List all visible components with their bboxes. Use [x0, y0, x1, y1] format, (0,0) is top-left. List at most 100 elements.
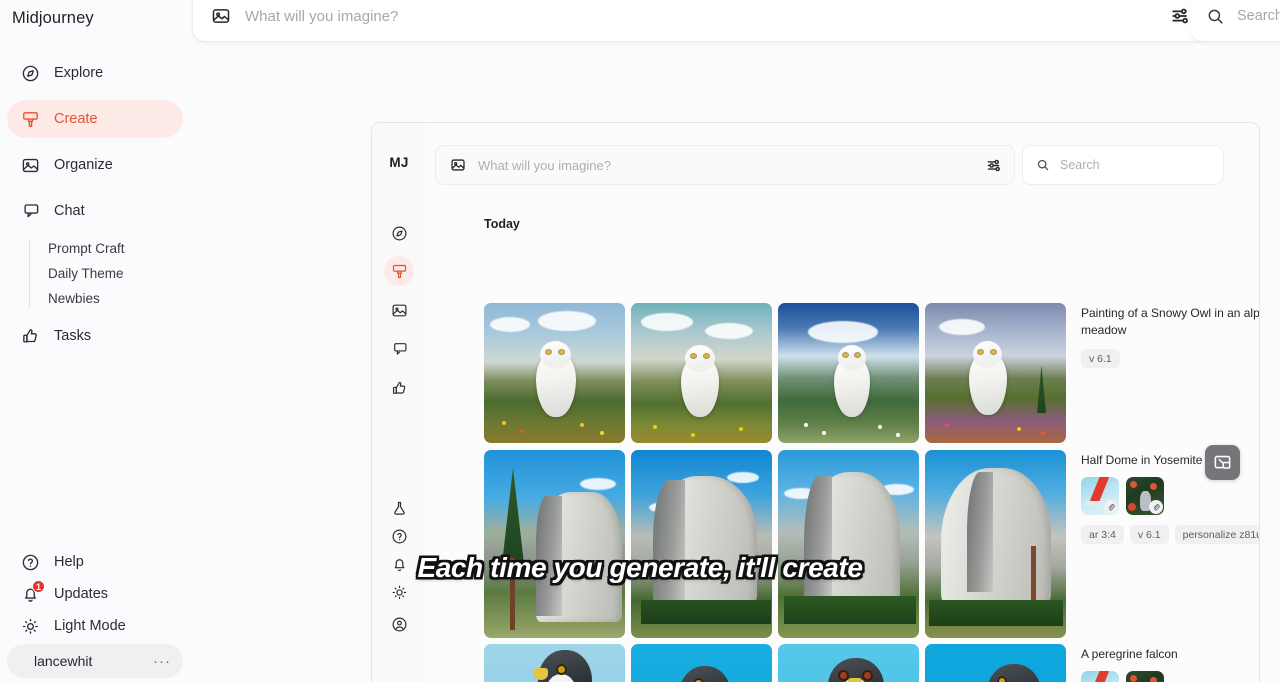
result-image[interactable] [631, 644, 772, 682]
sidebar-item-light-mode[interactable]: Light Mode [7, 610, 183, 642]
sidebar-item-label: Chat [54, 203, 85, 219]
flask-icon [393, 501, 405, 515]
result-image[interactable] [484, 303, 625, 443]
sidebar-item-updates[interactable]: 1 Updates [7, 578, 183, 610]
top-bar: What will you imagine? Search [190, 0, 1280, 44]
result-image[interactable] [778, 644, 919, 682]
sub-item-label: Prompt Craft [48, 241, 125, 256]
sliders-icon[interactable] [986, 157, 1003, 174]
sidebar-item-label: Organize [54, 157, 113, 173]
sidebar-item-label: Tasks [54, 328, 92, 344]
job-chips: ar 3:4 v 6.1 personalize z81uegq [1081, 525, 1259, 545]
inner-search-input[interactable]: Search [1060, 158, 1100, 172]
rail-item-updates[interactable] [384, 549, 414, 579]
job-metadata: Painting of a Snowy Owl in an alpine mea… [1081, 303, 1260, 443]
rail-item-light-mode[interactable] [384, 577, 414, 607]
result-image[interactable] [925, 644, 1066, 682]
paperclip-icon [1149, 500, 1163, 515]
inner-top-bar: What will you imagine? Search [426, 123, 1259, 189]
username-label: lancewhit [34, 653, 93, 669]
sidebar-item-create[interactable]: Create [7, 100, 183, 138]
rail-item-labs[interactable] [384, 493, 414, 523]
compass-icon [21, 64, 40, 83]
result-image[interactable] [631, 450, 772, 638]
job-thumbnails [484, 303, 1066, 443]
inner-prompt-bar[interactable]: What will you imagine? [435, 145, 1015, 185]
job-reference-images [1081, 671, 1259, 682]
rail-item-help[interactable] [384, 521, 414, 551]
user-menu-icon[interactable]: ··· [153, 653, 171, 670]
prompt-input[interactable]: What will you imagine? [245, 8, 1170, 25]
sidebar-item-label: Create [54, 111, 98, 127]
search-input[interactable]: Search [1237, 8, 1280, 24]
chat-bubble-icon [21, 202, 40, 221]
account-circle-icon [392, 617, 406, 631]
search-icon [1036, 158, 1050, 172]
chat-bubble-icon [393, 342, 406, 355]
chat-sub-nav: Prompt Craft Daily Theme Newbies [29, 236, 183, 311]
job-chips: v 6.1 [1081, 349, 1259, 369]
rail-item-create[interactable] [384, 256, 414, 286]
rail-item-account[interactable] [384, 609, 414, 639]
image-icon[interactable] [211, 6, 231, 26]
job-row: Painting of a Snowy Owl in an alpine mea… [484, 303, 1260, 443]
sidebar-item-label: Explore [54, 65, 104, 81]
day-group-label: Today [484, 217, 520, 231]
search-bar[interactable]: Search [1190, 0, 1280, 42]
snow-reference-thumb[interactable] [1081, 671, 1119, 682]
job-row: A peregrine falcon [484, 644, 1259, 682]
sidebar-item-newbies[interactable]: Newbies [48, 286, 183, 311]
chip-personalize[interactable]: personalize z81uegq [1174, 525, 1259, 545]
bell-icon: 1 [21, 579, 45, 604]
result-image[interactable] [925, 450, 1066, 638]
result-image[interactable] [778, 303, 919, 443]
results-feed: Today Painting of a Snowy Owl in an alpi… [426, 189, 1259, 682]
sidebar-bottom-nav: Help 1 Updates Light Mode lancewhit ··· [7, 546, 183, 682]
job-prompt-text: Painting of a Snowy Owl in an alpine mea… [1081, 306, 1260, 338]
chip-aspect-ratio[interactable]: ar 3:4 [1081, 525, 1124, 545]
inner-search-bar[interactable]: Search [1022, 145, 1224, 185]
compass-icon [392, 226, 406, 240]
rail-item-explore[interactable] [384, 218, 414, 248]
paperclip-icon [1104, 500, 1118, 515]
result-image[interactable] [925, 303, 1066, 443]
folk-art-reference-thumb[interactable] [1126, 477, 1164, 516]
chip-version[interactable]: v 6.1 [1081, 349, 1120, 369]
sidebar-item-label: Updates [54, 586, 109, 602]
sidebar-item-label: Light Mode [54, 618, 126, 634]
inner-rail: MJ [372, 123, 426, 682]
sidebar-item-tasks[interactable]: Tasks [7, 317, 183, 355]
folk-art-reference-thumb[interactable] [1126, 671, 1164, 682]
question-circle-icon [21, 553, 40, 572]
inner-prompt-input[interactable]: What will you imagine? [478, 158, 986, 173]
chip-version[interactable]: v 6.1 [1129, 525, 1169, 545]
rail-item-chat[interactable] [384, 334, 414, 364]
rail-item-tasks[interactable] [384, 373, 414, 403]
picture-in-picture-button[interactable] [1205, 445, 1240, 480]
snow-reference-thumb[interactable] [1081, 477, 1119, 516]
user-account-button[interactable]: lancewhit ··· [7, 644, 183, 682]
result-image[interactable] [484, 450, 625, 638]
job-metadata: A peregrine falcon [1081, 644, 1259, 682]
app-root: Midjourney Explore Create Organize Chat … [0, 0, 1280, 682]
result-image[interactable] [778, 450, 919, 638]
result-image[interactable] [631, 303, 772, 443]
primary-nav: Explore Create Organize Chat Prompt Craf… [7, 54, 183, 363]
sidebar-item-chat[interactable]: Chat [7, 192, 183, 230]
thumbs-up-icon [392, 381, 405, 394]
thumbs-up-icon [21, 327, 40, 346]
job-thumbnails [484, 450, 1066, 638]
rail-item-organize[interactable] [384, 295, 414, 325]
sidebar-item-organize[interactable]: Organize [7, 146, 183, 184]
sidebar-item-explore[interactable]: Explore [7, 54, 183, 92]
paintbrush-icon [21, 110, 40, 129]
image-icon [392, 304, 406, 316]
result-image[interactable] [484, 644, 625, 682]
sliders-icon[interactable] [1170, 5, 1192, 27]
image-icon[interactable] [450, 157, 466, 173]
sidebar-item-daily-theme[interactable]: Daily Theme [48, 261, 183, 286]
updates-badge: 1 [31, 579, 45, 593]
prompt-bar[interactable]: What will you imagine? [192, 0, 1207, 42]
sidebar-item-prompt-craft[interactable]: Prompt Craft [48, 236, 183, 261]
sidebar-item-help[interactable]: Help [7, 546, 183, 578]
